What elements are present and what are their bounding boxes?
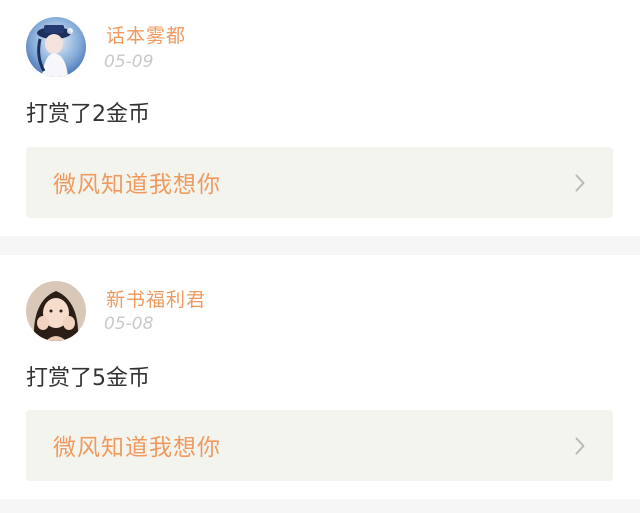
book-title: 微风知道我想你 — [53, 435, 221, 461]
book-title: 微风知道我想你 — [53, 172, 221, 198]
feed-item: 话本雾都 05-09 打赏了2金币 微风知道我想你 — [0, 0, 640, 236]
post-date: 05-08 — [104, 314, 154, 334]
reward-text: 打赏了2金币 — [26, 102, 150, 127]
avatar[interactable] — [26, 281, 86, 341]
avatar-photo-girl-icon — [26, 281, 86, 341]
post-date: 05-09 — [104, 52, 154, 72]
feed-item: 新书福利君 05-08 打赏了5金币 微风知道我想你 — [0, 255, 640, 499]
separator — [0, 236, 640, 255]
book-link-card[interactable]: 微风知道我想你 — [26, 410, 613, 481]
book-link-card[interactable]: 微风知道我想你 — [26, 147, 613, 218]
username[interactable]: 话本雾都 — [106, 21, 186, 48]
chevron-right-icon — [575, 174, 585, 192]
reward-text: 打赏了5金币 — [26, 366, 150, 391]
username[interactable]: 新书福利君 — [106, 285, 206, 312]
chevron-right-icon — [575, 437, 585, 455]
avatar-anime-girl-icon — [26, 17, 86, 77]
avatar[interactable] — [26, 17, 86, 77]
separator — [0, 499, 640, 513]
reward-feed: 话本雾都 05-09 打赏了2金币 微风知道我想你 新书福利君 05-08 打赏… — [0, 0, 640, 513]
